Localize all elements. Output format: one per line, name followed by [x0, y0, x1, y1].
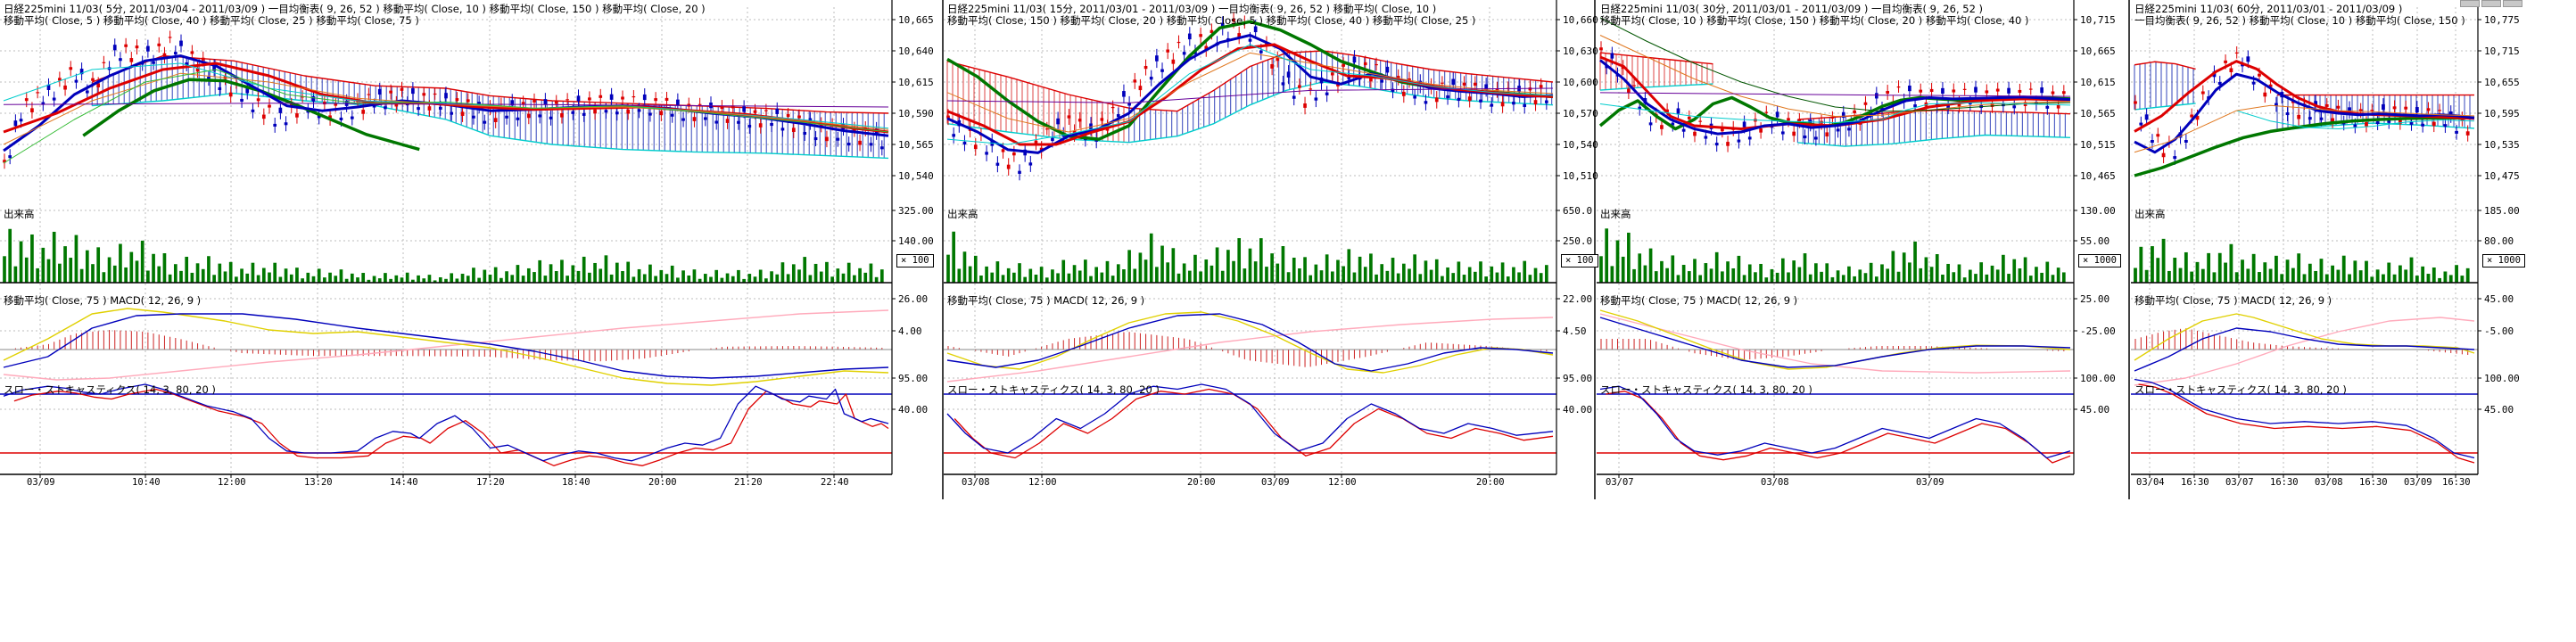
volume-multiplier-badge: × 1000	[2482, 254, 2525, 268]
plot-area[interactable]	[1597, 25, 2074, 474]
time-axis-label: 21:20	[734, 477, 763, 488]
price-axis-label: 10,510	[1563, 170, 1598, 182]
stochastics-axis-label: 95.00	[1563, 373, 1592, 384]
price-axis-label: 10,775	[2484, 14, 2520, 26]
volume-axis-label: 130.00	[2080, 205, 2116, 217]
time-axis-label: 03/09	[27, 477, 55, 488]
volume-axis-label: 650.0	[1563, 205, 1592, 217]
volume-axis-label: 80.00	[2484, 235, 2514, 247]
volume-axis-label: 55.00	[2080, 235, 2110, 247]
time-axis-label: 16:30	[2359, 477, 2388, 488]
price-axis-label: 10,665	[2080, 45, 2116, 57]
macd-axis-label: 25.00	[2080, 293, 2110, 305]
stochastics-axis-label: 100.00	[2080, 373, 2116, 384]
time-axis-label: 20:00	[648, 477, 677, 488]
time-axis-label: 20:00	[1476, 477, 1505, 488]
volume-axis-label: 250.0	[1563, 235, 1592, 247]
macd-axis-label: 22.00	[1563, 293, 1592, 305]
window-maximize-button[interactable]	[2481, 0, 2501, 7]
price-axis-label: 10,465	[2080, 170, 2116, 182]
time-axis-label: 12:00	[1028, 477, 1057, 488]
price-axis-label: 10,590	[898, 108, 934, 119]
window-minimize-button[interactable]	[2460, 0, 2480, 7]
price-axis-label: 10,515	[2080, 139, 2116, 151]
macd-axis-label: 4.00	[898, 325, 922, 337]
stochastics-axis-label: 45.00	[2484, 404, 2514, 416]
time-axis-label: 03/07	[1606, 477, 1634, 488]
plot-area[interactable]	[944, 25, 1556, 474]
macd-axis-label: 4.50	[1563, 325, 1587, 337]
price-axis-label: 10,595	[2484, 108, 2520, 119]
stochastics-axis-label: 40.00	[898, 404, 928, 416]
time-axis-label: 20:00	[1187, 477, 1216, 488]
time-axis-label: 03/08	[1761, 477, 1789, 488]
price-axis-label: 10,630	[1563, 45, 1598, 57]
time-axis-label: 16:30	[2442, 477, 2471, 488]
volume-axis-label: 325.00	[898, 205, 934, 217]
time-axis-label: 12:00	[218, 477, 246, 488]
price-axis-label: 10,655	[2484, 77, 2520, 88]
stochastics-axis-label: 95.00	[898, 373, 928, 384]
time-axis-label: 03/09	[1916, 477, 1944, 488]
price-axis-label: 10,615	[898, 77, 934, 88]
price-axis-label: 10,540	[898, 170, 934, 182]
price-axis-label: 10,600	[1563, 77, 1598, 88]
volume-axis-label: 140.00	[898, 235, 934, 247]
stochastics-axis-label: 100.00	[2484, 373, 2520, 384]
macd-axis-label: -5.00	[2484, 325, 2514, 337]
time-axis-label: 03/08	[2315, 477, 2343, 488]
volume-multiplier-badge: × 1000	[2078, 254, 2121, 268]
time-axis-label: 03/04	[2136, 477, 2165, 488]
time-axis-label: 12:00	[1328, 477, 1357, 488]
window-close-button[interactable]	[2503, 0, 2522, 7]
stochastics-axis-label: 45.00	[2080, 404, 2110, 416]
trading-app-workspace: 日経225mini 11/03( 5分, 2011/03/04 - 2011/0…	[0, 0, 2576, 642]
time-axis-label: 17:20	[476, 477, 505, 488]
stochastics-axis-label: 40.00	[1563, 404, 1592, 416]
time-axis-label: 18:40	[562, 477, 590, 488]
price-axis-label: 10,640	[898, 45, 934, 57]
price-axis-label: 10,715	[2080, 14, 2116, 26]
volume-axis-label: 185.00	[2484, 205, 2520, 217]
macd-axis-label: 26.00	[898, 293, 928, 305]
price-axis-label: 10,565	[898, 139, 934, 151]
time-axis-label: 03/08	[962, 477, 990, 488]
price-axis-label: 10,475	[2484, 170, 2520, 182]
plot-area[interactable]	[2131, 25, 2478, 474]
price-axis-label: 10,535	[2484, 139, 2520, 151]
price-axis-label: 10,665	[898, 14, 934, 26]
macd-axis-label: -25.00	[2080, 325, 2116, 337]
price-axis-label: 10,715	[2484, 45, 2520, 57]
volume-multiplier-badge: × 100	[896, 254, 934, 268]
price-axis-label: 10,660	[1563, 14, 1598, 26]
plot-area[interactable]	[0, 25, 892, 474]
time-axis-label: 16:30	[2181, 477, 2209, 488]
time-axis-label: 13:20	[304, 477, 333, 488]
time-axis-label: 16:30	[2270, 477, 2299, 488]
time-axis-label: 03/09	[2404, 477, 2432, 488]
price-axis-label: 10,570	[1563, 108, 1598, 119]
time-axis-label: 10:40	[132, 477, 161, 488]
volume-multiplier-badge: × 100	[1561, 254, 1598, 268]
price-axis-label: 10,565	[2080, 108, 2116, 119]
macd-axis-label: 45.00	[2484, 293, 2514, 305]
time-axis-label: 22:40	[821, 477, 849, 488]
price-axis-label: 10,615	[2080, 77, 2116, 88]
time-axis-label: 14:40	[390, 477, 418, 488]
time-axis-label: 03/07	[2225, 477, 2254, 488]
time-axis-label: 03/09	[1261, 477, 1290, 488]
price-axis-label: 10,540	[1563, 139, 1598, 151]
